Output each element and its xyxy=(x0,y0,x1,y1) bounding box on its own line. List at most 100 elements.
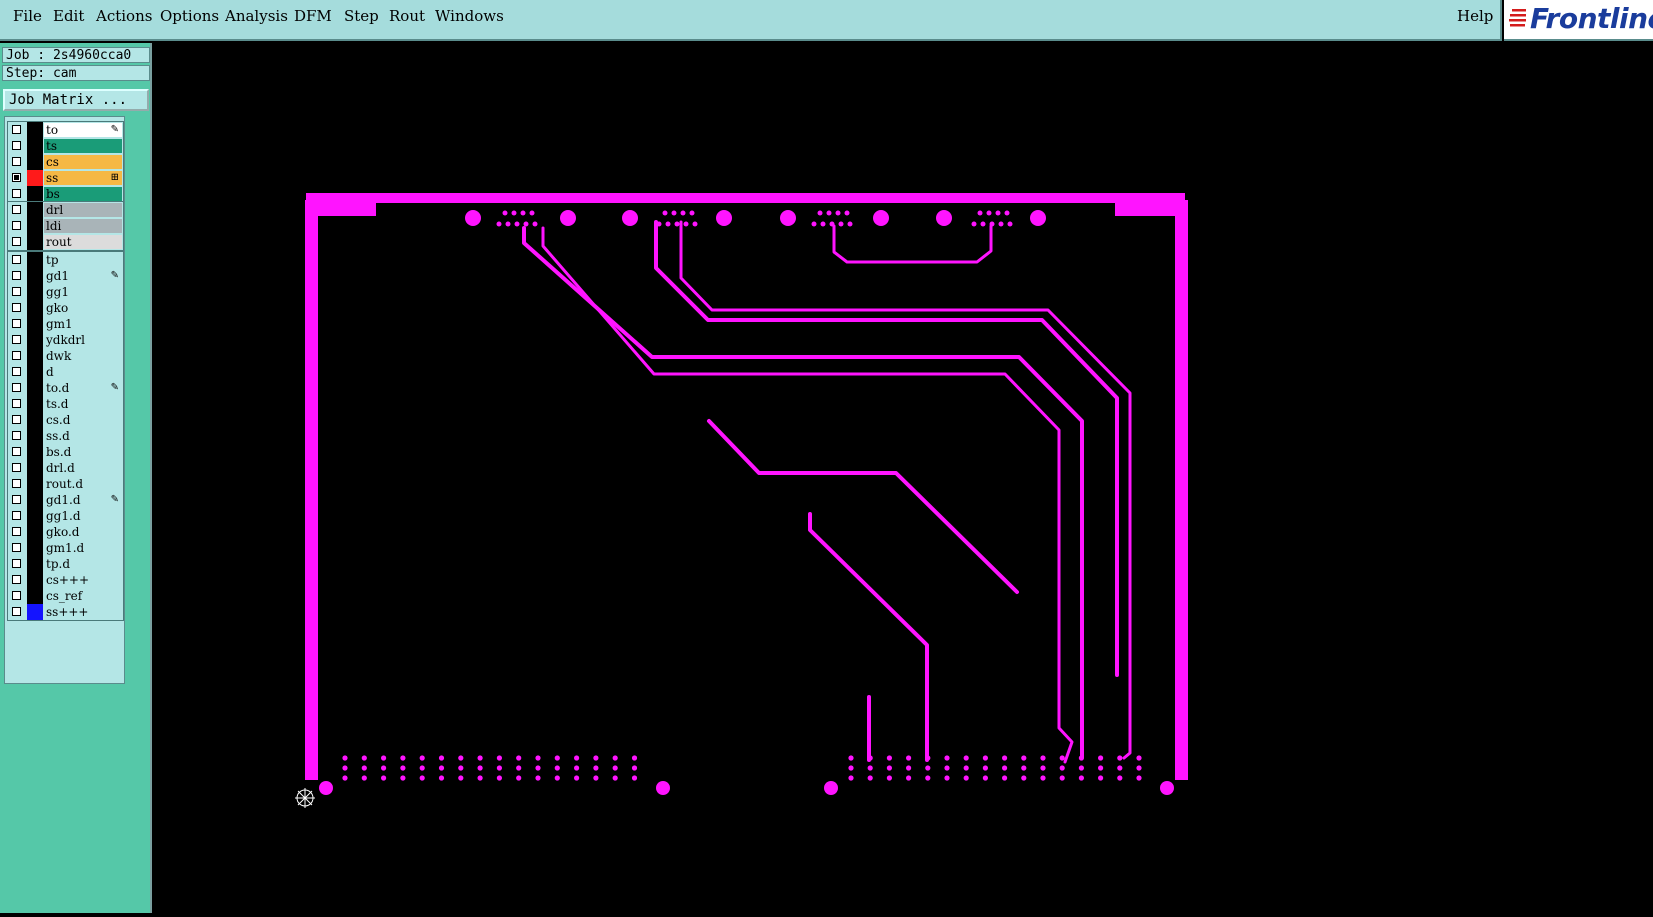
layer-checkbox[interactable] xyxy=(12,303,21,312)
layer-name[interactable]: d xyxy=(44,365,122,379)
layer-color-swatch[interactable] xyxy=(27,428,43,444)
layer-row[interactable]: cs+++ xyxy=(8,572,123,588)
layer-row[interactable]: gm1.d xyxy=(8,540,123,556)
layer-name[interactable]: ss+++ xyxy=(44,605,122,619)
layer-checkbox[interactable] xyxy=(12,141,21,150)
layer-color-swatch[interactable] xyxy=(27,604,43,620)
layer-name[interactable]: gd1.d ✎ xyxy=(44,493,122,507)
layer-color-swatch[interactable] xyxy=(27,300,43,316)
layer-name[interactable]: gg1 xyxy=(44,285,122,299)
layer-checkbox[interactable] xyxy=(12,575,21,584)
menu-analysis[interactable]: Analysis xyxy=(225,7,288,25)
menu-edit[interactable]: Edit xyxy=(53,7,84,25)
layer-color-swatch[interactable] xyxy=(27,284,43,300)
layer-checkbox[interactable] xyxy=(12,527,21,536)
layer-row[interactable]: gd1 ✎ xyxy=(8,268,123,284)
layer-checkbox[interactable] xyxy=(12,399,21,408)
layer-checkbox[interactable] xyxy=(12,495,21,504)
layer-color-swatch[interactable] xyxy=(27,412,43,428)
layer-name[interactable]: dwk xyxy=(44,349,122,363)
layer-checkbox[interactable] xyxy=(12,173,21,182)
layer-name[interactable]: ss ⊞ xyxy=(44,171,122,185)
layer-row[interactable]: ydkdrl xyxy=(8,332,123,348)
layer-color-swatch[interactable] xyxy=(27,460,43,476)
layer-row[interactable]: gd1.d ✎ xyxy=(8,492,123,508)
layer-color-swatch[interactable] xyxy=(27,524,43,540)
layer-color-swatch[interactable] xyxy=(27,170,43,186)
layer-row[interactable]: d xyxy=(8,364,123,380)
layer-color-swatch[interactable] xyxy=(27,348,43,364)
layer-name[interactable]: gko xyxy=(44,301,122,315)
layer-checkbox[interactable] xyxy=(12,221,21,230)
layer-checkbox[interactable] xyxy=(12,431,21,440)
layer-name[interactable]: rout xyxy=(44,235,122,249)
layer-checkbox[interactable] xyxy=(12,237,21,246)
layer-checkbox[interactable] xyxy=(12,559,21,568)
layer-name[interactable]: ts xyxy=(44,139,122,153)
layer-color-swatch[interactable] xyxy=(27,508,43,524)
layer-row[interactable]: to.d ✎ xyxy=(8,380,123,396)
layer-name[interactable]: ss.d xyxy=(44,429,122,443)
menu-options[interactable]: Options xyxy=(160,7,219,25)
layer-checkbox[interactable] xyxy=(12,543,21,552)
graphic-editor-canvas[interactable] xyxy=(152,43,1653,913)
layer-checkbox[interactable] xyxy=(12,157,21,166)
layer-name[interactable]: to ✎ xyxy=(44,123,122,137)
layer-color-swatch[interactable] xyxy=(27,380,43,396)
layer-row[interactable]: ts xyxy=(8,138,123,154)
layer-checkbox[interactable] xyxy=(12,189,21,198)
layer-color-swatch[interactable] xyxy=(27,234,43,250)
layer-color-swatch[interactable] xyxy=(27,540,43,556)
menu-help[interactable]: Help xyxy=(1457,7,1493,25)
layer-checkbox[interactable] xyxy=(12,511,21,520)
layer-color-swatch[interactable] xyxy=(27,316,43,332)
layer-name[interactable]: gd1 ✎ xyxy=(44,269,122,283)
layer-checkbox[interactable] xyxy=(12,607,21,616)
menu-file[interactable]: File xyxy=(13,7,42,25)
layer-name[interactable]: tp xyxy=(44,253,122,267)
layer-name[interactable]: cs.d xyxy=(44,413,122,427)
layer-name[interactable]: rout.d xyxy=(44,477,122,491)
job-matrix-button[interactable]: Job Matrix ... xyxy=(3,89,149,111)
pcb-layer-view[interactable] xyxy=(152,43,1653,913)
layer-row[interactable]: bs xyxy=(8,186,123,202)
layer-row[interactable]: drl.d xyxy=(8,460,123,476)
layer-color-swatch[interactable] xyxy=(27,476,43,492)
layer-color-swatch[interactable] xyxy=(27,588,43,604)
layer-row[interactable]: ss.d xyxy=(8,428,123,444)
layer-checkbox[interactable] xyxy=(12,335,21,344)
layer-checkbox[interactable] xyxy=(12,287,21,296)
layer-color-swatch[interactable] xyxy=(27,252,43,268)
layer-color-swatch[interactable] xyxy=(27,268,43,284)
layer-checkbox[interactable] xyxy=(12,479,21,488)
layer-row[interactable]: gm1 xyxy=(8,316,123,332)
layer-row[interactable]: ss+++ xyxy=(8,604,123,620)
layer-row[interactable]: ss ⊞ xyxy=(8,170,123,186)
layer-color-swatch[interactable] xyxy=(27,444,43,460)
menu-step[interactable]: Step xyxy=(344,7,379,25)
layer-name[interactable]: cs_ref xyxy=(44,589,122,603)
layer-row[interactable]: gko xyxy=(8,300,123,316)
layer-name[interactable]: to.d ✎ xyxy=(44,381,122,395)
layer-name[interactable]: gko.d xyxy=(44,525,122,539)
layer-name[interactable]: bs xyxy=(44,187,122,201)
layer-row[interactable]: to ✎ xyxy=(8,122,123,138)
layer-color-swatch[interactable] xyxy=(27,364,43,380)
layer-name[interactable]: gm1.d xyxy=(44,541,122,555)
layer-color-swatch[interactable] xyxy=(27,138,43,154)
layer-row[interactable]: ldi xyxy=(8,218,123,234)
layer-color-swatch[interactable] xyxy=(27,202,43,218)
layer-name[interactable]: gg1.d xyxy=(44,509,122,523)
layer-row[interactable]: gg1 xyxy=(8,284,123,300)
menu-rout[interactable]: Rout xyxy=(389,7,425,25)
layer-name[interactable]: cs xyxy=(44,155,122,169)
layer-color-swatch[interactable] xyxy=(27,332,43,348)
layer-name[interactable]: gm1 xyxy=(44,317,122,331)
layer-checkbox[interactable] xyxy=(12,463,21,472)
layer-row[interactable]: cs_ref xyxy=(8,588,123,604)
layer-name[interactable]: cs+++ xyxy=(44,573,122,587)
layer-name[interactable]: ldi xyxy=(44,219,122,233)
layer-checkbox[interactable] xyxy=(12,205,21,214)
menu-windows[interactable]: Windows xyxy=(435,7,504,25)
layer-row[interactable]: bs.d xyxy=(8,444,123,460)
